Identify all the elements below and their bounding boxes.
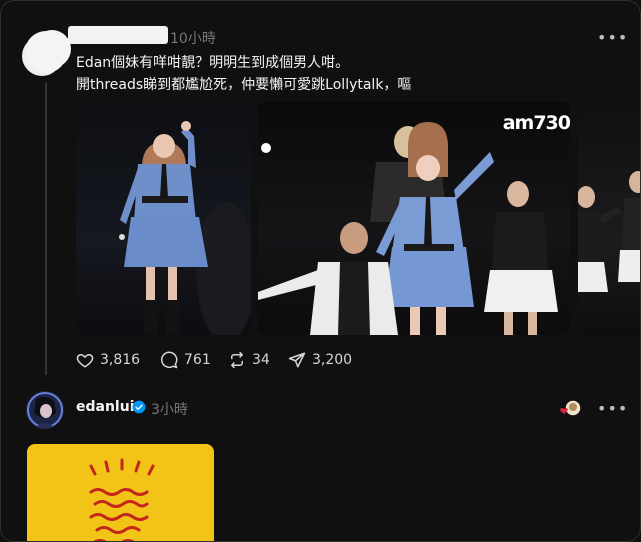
post-photo-1[interactable] [76, 102, 251, 335]
post-actions: 3,816 761 34 3,200 [76, 349, 376, 371]
post-image[interactable] [27, 444, 214, 541]
post-timestamp: 10小時 [170, 31, 216, 47]
post-text-line-2: 開threads睇到都尷尬死，仲要懶可愛跳Lollytalk，嘔 [76, 77, 412, 93]
post-card: edanlui 3小時 ••• [1, 383, 640, 541]
share-button[interactable]: 3,200 [288, 349, 352, 371]
feed-panel: 10小時 ••• Edan個妹有咩咁靚？明明生到成個男人咁。 開threads睇… [0, 0, 641, 542]
author-name-redacted [68, 26, 168, 44]
more-options-button[interactable]: ••• [597, 30, 627, 46]
verified-icon [132, 400, 146, 414]
media-carousel[interactable]: am730 [76, 102, 640, 335]
post-photo-2[interactable]: am730 [258, 102, 570, 335]
post-text-line-1: Edan個妹有咩咁靚？明明生到成個男人咁。 [76, 55, 350, 71]
post-image-illustration [89, 458, 155, 541]
photo-1-performer [119, 121, 251, 335]
share-icon [288, 352, 306, 368]
author-avatar[interactable] [26, 391, 64, 429]
avatar-image [26, 391, 64, 429]
heart-icon [76, 353, 94, 368]
author-username[interactable]: edanlui [76, 399, 135, 415]
post-text: Edan個妹有咩咁靚？明明生到成個男人咁。 開threads睇到都尷尬死，仲要懶… [76, 52, 411, 96]
reaction-badge [559, 399, 583, 419]
author-avatar-redacted[interactable] [25, 31, 67, 73]
repost-button[interactable]: 34 [228, 349, 270, 371]
more-options-button[interactable]: ••• [597, 401, 627, 417]
post-timestamp: 3小時 [151, 402, 188, 418]
comment-count: 761 [184, 352, 211, 368]
photo-3-dancers [578, 171, 640, 292]
heart-emoji-icon [560, 399, 582, 417]
post-card: 10小時 ••• Edan個妹有咩咁靚？明明生到成個男人咁。 開threads睇… [1, 1, 640, 383]
thread-connector-line [45, 83, 47, 375]
photo-watermark: am730 [502, 112, 570, 134]
comment-button[interactable]: 761 [160, 349, 211, 371]
repost-icon [231, 351, 243, 369]
more-icon: ••• [597, 28, 629, 47]
like-count: 3,816 [100, 352, 141, 368]
more-icon: ••• [597, 399, 629, 418]
comment-icon [161, 351, 178, 369]
like-button[interactable]: 3,816 [76, 349, 140, 371]
repost-count: 34 [252, 352, 270, 368]
photo-2-stage [258, 122, 558, 335]
share-count: 3,200 [312, 352, 353, 368]
post-photo-3[interactable] [578, 102, 640, 335]
